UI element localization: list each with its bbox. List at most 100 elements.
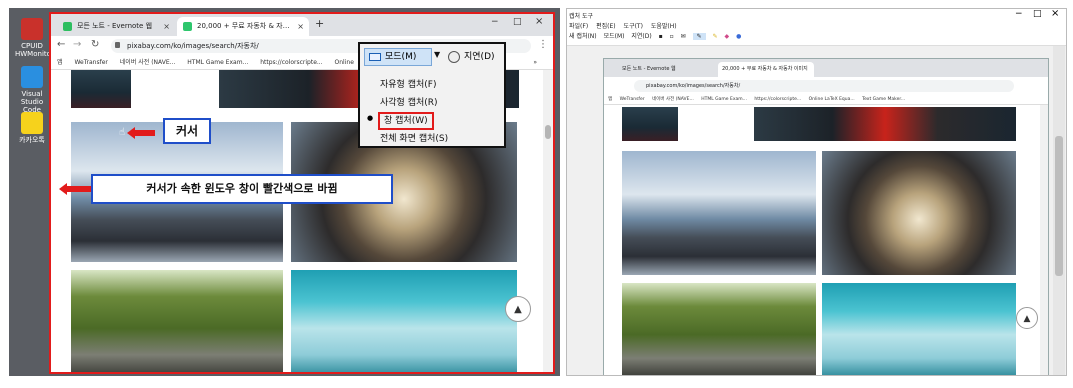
new-tab-button[interactable]: +: [315, 17, 324, 30]
desktop-icon-label: Visual Studio Code: [20, 90, 44, 114]
evernote-icon: [63, 22, 72, 31]
highlighter-icon[interactable]: ✎: [713, 33, 718, 40]
bookmark-item[interactable]: 앱: [57, 59, 63, 66]
bookmark-item: Online LaTeX Equa...: [808, 97, 855, 102]
bookmark-item[interactable]: HTML Game Exam...: [187, 59, 248, 66]
bookmarks-bar: 앱 WeTransfer 네이버 사전 (NAVE... HTML Game E…: [604, 95, 1048, 105]
image-tree-road[interactable]: [71, 270, 283, 372]
capture-area: 모든 노트 - Evernote 웹 20,000 + 무료 자동차 & 자동차…: [567, 45, 1066, 375]
clock-icon: [448, 51, 460, 63]
image-woman-car[interactable]: [291, 270, 517, 372]
menu-bar: 파일(F) 편집(E) 도구(T) 도움말(H): [569, 21, 683, 30]
maximize-button[interactable]: □: [1033, 9, 1042, 19]
image-car: [622, 151, 816, 275]
scroll-top-button[interactable]: ▲: [505, 296, 531, 322]
capture-mode-menu: 모드(M) ▼ 지연(D) 자유형 캡처(F) 사각형 캡처(R) ● 창 캡처…: [358, 42, 506, 148]
window-capture-icon: [369, 53, 381, 61]
close-window-button[interactable]: ×: [1051, 9, 1059, 19]
image-thumbnail: [754, 107, 1016, 141]
arrow-shaft: [135, 130, 155, 136]
tab-label: 20,000 + 무료 자동차 & 자동차 이미지: [197, 22, 309, 30]
save-icon[interactable]: ▪: [659, 33, 663, 40]
scrollbar-thumb[interactable]: [1055, 136, 1063, 276]
tab-bar: 모든 노트 - Evernote 웹 20,000 + 무료 자동차 & 자동차…: [604, 59, 1048, 77]
desktop-icon-label: 카카오톡: [19, 136, 45, 144]
menu-item-window[interactable]: 창 캡처(W): [378, 112, 434, 130]
image-woman-car: [822, 283, 1016, 375]
desktop-icon-label: CPUID HWMonitor: [15, 42, 54, 58]
send-icon[interactable]: ✉: [681, 33, 686, 40]
close-tab-icon[interactable]: ×: [163, 17, 170, 36]
close-tab-icon[interactable]: ×: [297, 17, 304, 36]
color-icon[interactable]: ●: [736, 33, 741, 40]
menu-tools[interactable]: 도구(T): [624, 23, 643, 30]
scrollbar-thumb[interactable]: [545, 125, 551, 139]
bookmark-item: Text Game Maker...: [862, 97, 906, 102]
left-arrow-icon: [127, 127, 135, 139]
menu-item-full-screen[interactable]: 전체 화면 캡처(S): [380, 130, 448, 148]
image-thumbnail[interactable]: [71, 70, 131, 108]
window-callout: 커서가 속한 윈도우 창이 빨간색으로 바뀜: [91, 174, 393, 204]
image-steering-wheel: [822, 151, 1016, 275]
maximize-button[interactable]: □: [513, 17, 522, 27]
reload-icon[interactable]: ↻: [91, 39, 99, 50]
forward-icon[interactable]: →: [73, 39, 81, 50]
bookmark-item[interactable]: Online: [335, 59, 354, 66]
cursor-callout: 커서: [163, 118, 211, 144]
scroll-top-button: ▲: [1016, 307, 1038, 329]
menu-help[interactable]: 도움말(H): [651, 23, 677, 30]
bookmark-item[interactable]: 네이버 사전 (NAVE...: [120, 59, 176, 66]
tab-evernote: 모든 노트 - Evernote 웹: [622, 66, 676, 72]
mode-button[interactable]: 모드(M): [604, 33, 625, 40]
delay-button[interactable]: 지연(D): [446, 48, 495, 66]
back-icon[interactable]: ←: [57, 39, 65, 50]
selected-bullet-icon: ●: [367, 114, 374, 122]
menu-item-free-form[interactable]: 자유형 캡처(F): [380, 76, 436, 94]
bookmark-item: 네이버 사전 (NAVE...: [652, 97, 694, 102]
eraser-icon[interactable]: ◆: [725, 33, 730, 40]
vscode-icon: [21, 66, 43, 88]
pixabay-icon: [183, 22, 192, 31]
bookmark-item[interactable]: WeTransfer: [74, 59, 107, 66]
desktop-icon-vscode[interactable]: Visual Studio Code: [15, 66, 49, 114]
snipping-tool-window: 캡처 도구 − □ × 파일(F) 편집(E) 도구(T) 도움말(H) 새 캡…: [566, 8, 1067, 376]
desktop-icon-cpuid[interactable]: CPUID HWMonitor: [15, 18, 54, 58]
tab-label: 모든 노트 - Evernote 웹: [77, 22, 153, 30]
new-snip-button[interactable]: 새 캡처(N): [569, 33, 597, 40]
minimize-button[interactable]: −: [491, 17, 499, 27]
image-tree-road: [622, 283, 816, 375]
tab-evernote[interactable]: 모든 노트 - Evernote 웹 ×: [57, 17, 175, 36]
menu-edit[interactable]: 편집(E): [596, 23, 616, 30]
desktop-screenshot: CPUID HWMonitor Visual Studio Code 카카오톡 …: [9, 8, 560, 376]
close-window-button[interactable]: ×: [535, 16, 543, 27]
menu-file[interactable]: 파일(F): [569, 23, 588, 30]
dropdown-arrow-icon[interactable]: ▼: [434, 50, 440, 59]
left-arrow-icon: [59, 183, 67, 195]
scrollbar[interactable]: [543, 70, 553, 372]
bookmark-item: HTML Game Exam...: [701, 97, 747, 102]
scrollbar[interactable]: [1053, 46, 1065, 375]
desktop-icon-kakaotalk[interactable]: 카카오톡: [15, 112, 49, 144]
lock-icon: [115, 42, 120, 48]
menu-item-rectangle[interactable]: 사각형 캡처(R): [380, 94, 438, 112]
tab-pixabay[interactable]: 20,000 + 무료 자동차 & 자동차 이미지 ×: [177, 17, 309, 36]
delay-label: 지연(D): [464, 52, 495, 62]
bookmark-item: https://colorscripte...: [754, 97, 802, 102]
highlighted-browser-window[interactable]: 모든 노트 - Evernote 웹 × 20,000 + 무료 자동차 & 자…: [49, 12, 555, 374]
snip-toolbar: 새 캡처(N) 모드(M) 지연(D) ▪ ▫ ✉ ✎ ✎ ◆ ●: [569, 31, 1065, 43]
minimize-button[interactable]: −: [1015, 9, 1023, 19]
bookmark-item[interactable]: https://colorscripte...: [260, 59, 322, 66]
copy-icon[interactable]: ▫: [670, 33, 674, 40]
bookmark-item: WeTransfer: [619, 97, 645, 102]
mode-button[interactable]: 모드(M): [364, 48, 432, 66]
pen-icon[interactable]: ✎: [692, 33, 706, 40]
inner-scrollbar: [1040, 105, 1048, 375]
url-display: pixabay.com/ko/images/search/자동차/: [634, 80, 1014, 92]
window-title: 캡처 도구: [569, 13, 593, 20]
chrome-menu-icon[interactable]: ⋮: [538, 39, 548, 50]
tab-bar: 모든 노트 - Evernote 웹 × 20,000 + 무료 자동차 & 자…: [51, 14, 553, 36]
delay-button[interactable]: 지연(D): [631, 33, 651, 40]
bookmarks-more-icon[interactable]: »: [533, 56, 537, 69]
mouse-cursor-icon: ☝: [119, 127, 126, 138]
captured-browser-window: 모든 노트 - Evernote 웹 20,000 + 무료 자동차 & 자동차…: [603, 58, 1049, 375]
